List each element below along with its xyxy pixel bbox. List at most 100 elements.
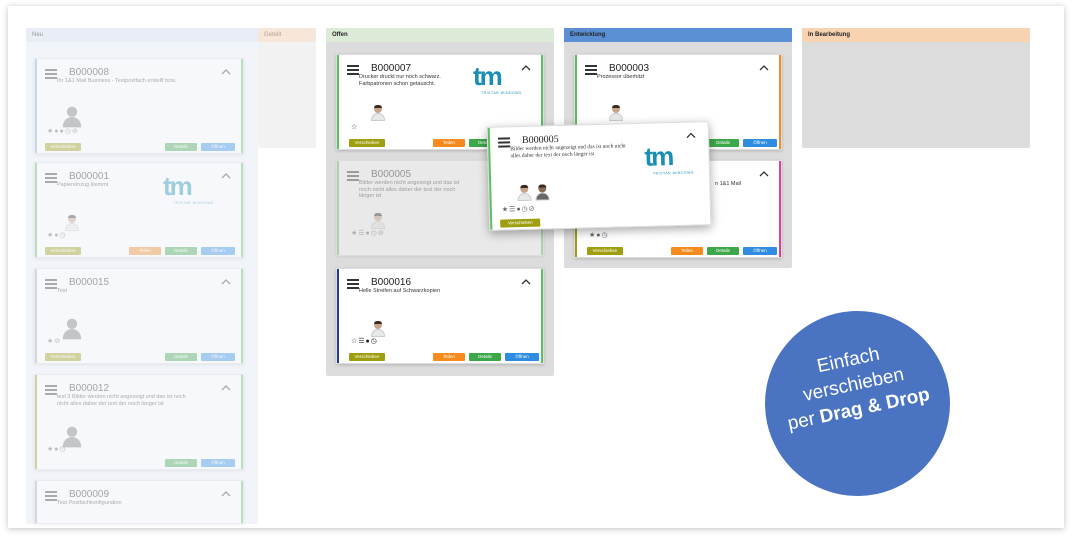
open-button[interactable]: Öffnen [201,247,235,255]
ticket-description: Drucker druckt nur noch schwarz. Farbpat… [359,74,441,87]
move-button[interactable]: Verschieben [45,353,81,361]
kanban-board: Neu B000008 Ihr 1&1 Mail Business - Test… [8,6,1064,528]
collapse-chevron-icon[interactable] [221,277,231,287]
drag-handle-icon[interactable] [347,279,359,291]
ticket-id: B000008 [69,67,110,78]
ticket-card-b000009[interactable]: B000009 Test Postfachkonfiguration [34,480,244,524]
ticket-id: B000016 [371,277,412,288]
avatar [371,321,385,337]
ticket-card-b000008[interactable]: B000008 Ihr 1&1 Mail Business - Testpost… [34,58,244,154]
avatar [371,213,385,229]
company-logo-sub: TRISTAR WINDOWS [481,91,522,95]
status-icons: ★●●◷⊘ [47,128,79,135]
company-logo: tm [473,61,503,91]
ticket-description: test 3 Bilder werden nicht angezeigt und… [57,394,186,407]
collapse-chevron-icon[interactable] [221,489,231,499]
ticket-description: Bilder werden nicht angezeigt und das is… [510,143,626,159]
share-button[interactable]: Teilen [671,247,703,255]
ticket-description: Test [57,288,68,294]
ticket-card-b000001[interactable]: B000001 Papiereinzug klemmt tm TRISTAR W… [34,162,244,258]
company-logo: tm [644,141,673,172]
move-button[interactable]: Verschieben [500,218,541,228]
ticket-description: Ihr 1&1 Mail Business - Testpostfach ers… [57,78,177,84]
ticket-description: Bilder werden nicht angezeigt und das is… [359,180,460,199]
company-logo: tm [163,171,193,201]
company-logo-sub: TRISTAR WINDOWS [652,170,694,176]
drag-handle-icon[interactable] [45,69,57,81]
drag-handle-icon[interactable] [45,279,57,291]
avatar [517,184,532,202]
ticket-id: B000003 [609,63,650,74]
details-button[interactable]: Details [165,247,197,255]
status-icons: ☆☰●◷ [351,338,378,345]
drag-handle-icon[interactable] [45,385,57,397]
open-button[interactable]: Öffnen [743,247,777,255]
details-button[interactable]: Details [707,139,739,147]
open-button[interactable]: Öffnen [201,143,235,151]
ticket-id: B000009 [69,489,110,500]
drag-drop-promo-badge: Einfach verschieben per Drag & Drop [747,293,968,514]
details-button[interactable]: Details [165,143,197,151]
collapse-chevron-icon[interactable] [759,63,769,73]
collapse-chevron-icon[interactable] [221,383,231,393]
ticket-id: B000001 [69,171,110,182]
avatar [609,105,623,121]
status-icons: ★●◷ [47,446,67,453]
card-actions: Details Öffnen [45,459,239,467]
collapse-chevron-icon[interactable] [686,130,696,140]
column-header-in-bearbeitung: In Bearbeitung [802,28,1030,42]
details-button[interactable]: Details [707,247,739,255]
details-button[interactable]: Details [469,353,501,361]
card-actions: Verschieben Details Öffnen [45,143,239,151]
collapse-chevron-icon[interactable] [221,171,231,181]
status-icons: ★☰●◷⊘ [501,205,536,214]
share-button[interactable]: Teilen [433,353,465,361]
drag-handle-icon[interactable] [585,65,597,77]
ticket-id: B000005 [371,169,412,180]
open-button[interactable]: Öffnen [743,139,777,147]
drag-handle-icon[interactable] [347,65,359,77]
status-icons: ☆ [351,124,359,131]
ticket-card-b000015[interactable]: B000015 Test ★⊘ Verschieben Details Öffn… [34,268,244,364]
status-icons: ★●◷ [589,232,609,239]
details-button[interactable]: Details [165,459,197,467]
drag-handle-icon[interactable] [45,173,57,185]
company-logo-sub: TRISTAR WINDOWS [173,201,214,205]
move-button[interactable]: Verschieben [45,247,81,255]
avatar [371,105,385,121]
status-icons: ★●◷ [47,232,67,239]
column-neu: Neu B000008 Ihr 1&1 Mail Business - Test… [26,28,258,524]
open-button[interactable]: Öffnen [201,459,235,467]
open-button[interactable]: Öffnen [201,353,235,361]
share-button[interactable]: Teilen [433,139,465,147]
collapse-chevron-icon[interactable] [521,63,531,73]
ticket-id: B000012 [69,383,110,394]
details-button[interactable]: Details [165,353,197,361]
ticket-description: Test Postfachkonfiguration [57,500,122,506]
card-actions: Verschieben Teilen Details Öffnen [587,247,781,255]
drag-handle-icon[interactable] [497,137,511,149]
move-button[interactable]: Verschieben [587,247,623,255]
collapse-chevron-icon[interactable] [521,277,531,287]
column-header-entwicklung: Entwicklung [564,28,792,42]
column-geteilt: Geteilt [258,28,316,148]
move-button[interactable]: Verschieben [45,143,81,151]
move-button[interactable]: Verschieben [349,139,385,147]
ticket-card-b000012[interactable]: B000012 test 3 Bilder werden nicht angez… [34,374,244,470]
card-actions: Verschieben Details Öffnen [45,353,239,361]
status-icons: ★⊘ [47,338,62,345]
ticket-card-b000016[interactable]: B000016 Helle Streifen auf Schwarzkopien… [336,268,544,364]
avatar [62,318,82,340]
share-button[interactable]: Teilen [129,247,161,255]
open-button[interactable]: Öffnen [505,353,539,361]
status-icons: ★☰●◷⊘ [351,230,385,237]
collapse-chevron-icon[interactable] [759,169,769,179]
dragged-ticket-card-b000005[interactable]: B000005 Bilder werden nicht angezeigt un… [486,121,712,231]
card-actions: Verschieben [500,218,560,228]
collapse-chevron-icon[interactable] [221,67,231,77]
move-button[interactable]: Verschieben [349,353,385,361]
ticket-description: n 1&1 Mail [715,181,741,187]
avatar [65,215,79,231]
drag-handle-icon[interactable] [45,491,57,503]
ticket-id: B000007 [371,63,412,74]
